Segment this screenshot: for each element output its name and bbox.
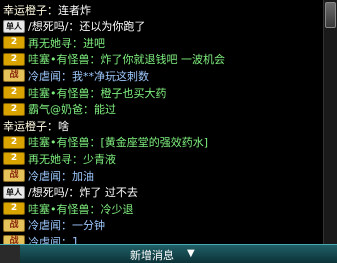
- scrollbar-thumb[interactable]: [325, 2, 336, 28]
- chat-message: 2 再无她寻：进吧: [3, 34, 105, 51]
- message-text: 冷少退: [100, 202, 134, 216]
- message-text: 炸了 过不去: [79, 186, 138, 200]
- channel-badge-solo-icon: 单人: [3, 185, 25, 199]
- channel-badge-war-icon: 战: [3, 69, 25, 83]
- channel-badge-two-icon: 2: [3, 152, 25, 166]
- channel-badge-two-icon: 2: [3, 86, 25, 99]
- message-sender[interactable]: 哇塞•有怪兽: [28, 134, 90, 150]
- message-separator: ：: [68, 20, 80, 34]
- chat-message: 2 哇塞•有怪兽： [黄金座堂的强效药水]: [3, 134, 208, 151]
- message-separator: ：: [61, 69, 72, 83]
- scroll-down-arrow-icon[interactable]: ▼: [187, 248, 195, 259]
- message-sender[interactable]: 哇塞•有怪兽: [28, 201, 90, 217]
- channel-badge-two-icon: 2: [3, 135, 25, 149]
- chat-message: 战冷虐闻：我**净玩这刺数: [3, 67, 149, 84]
- channel-badge-two-icon: 2: [3, 36, 25, 50]
- message-sender[interactable]: 冷虐闻: [28, 168, 61, 184]
- message-text: 加油: [72, 169, 94, 183]
- message-separator: ：: [89, 86, 101, 100]
- message-sender[interactable]: 哇塞•有怪兽: [28, 51, 90, 67]
- chat-message: 单人/想死吗/：炸了 过不去: [3, 184, 138, 201]
- chat-message: 2 哇塞•有怪兽：炸了你就退钱吧 一波机会: [3, 51, 225, 68]
- chat-log: 幸运橙子：连者炸 单人/想死吗/：还以为你跑了 2 再无她寻：进吧 2 哇塞•有怪兽：炸了…: [0, 0, 320, 249]
- channel-badge-solo-icon: 单人: [3, 19, 25, 33]
- chat-message: 单人/想死吗/：还以为你跑了: [3, 18, 145, 35]
- chat-message: 2 霸气@奶爸：能过: [3, 101, 116, 118]
- message-sender[interactable]: 再无她寻: [28, 151, 72, 167]
- message-text: [黄金座堂的强效药水]: [100, 136, 209, 150]
- message-text: 炸了你就退钱吧 一波机会: [100, 53, 226, 67]
- message-separator: ：: [68, 186, 80, 200]
- chat-scrollbar[interactable]: [323, 0, 337, 246]
- message-separator: ：: [89, 53, 101, 67]
- message-sender[interactable]: 幸运橙子: [3, 118, 47, 134]
- new-message-bar[interactable]: 新增消息 ▼: [0, 244, 337, 263]
- message-separator: ：: [72, 36, 83, 50]
- chat-message: 战冷虐闻：加油: [3, 167, 94, 184]
- chat-message: 幸运橙子：连者炸: [3, 1, 91, 18]
- message-sender[interactable]: /想死吗/: [28, 184, 68, 200]
- message-sender[interactable]: /想死吗/: [28, 18, 68, 34]
- message-sender[interactable]: 冷虐闻: [28, 68, 61, 84]
- message-text: 少青液: [83, 152, 116, 166]
- message-sender[interactable]: 再无她寻: [28, 35, 72, 51]
- message-separator: ：: [61, 169, 72, 183]
- message-text: 还以为你跑了: [79, 20, 146, 34]
- channel-badge-war-icon: 战: [3, 218, 25, 232]
- message-sender[interactable]: 哇塞•有怪兽: [28, 85, 90, 101]
- message-separator: ：: [47, 3, 58, 17]
- message-separator: ：: [83, 103, 94, 117]
- message-text: 一分钟: [72, 219, 105, 233]
- channel-badge-two-icon: 2: [3, 102, 25, 116]
- chat-message: 2 哇塞•有怪兽：冷少退: [3, 200, 134, 217]
- message-sender[interactable]: 幸运橙子: [3, 2, 47, 18]
- message-text: 能过: [94, 103, 116, 117]
- channel-badge-two-icon: 2: [3, 202, 25, 216]
- message-sender[interactable]: 冷虐闻: [28, 217, 61, 233]
- notify-bar-left-edge: [0, 245, 20, 263]
- new-message-label[interactable]: 新增消息: [130, 247, 174, 263]
- chat-message: 2 再无她寻：少青液: [3, 150, 116, 167]
- message-separator: ：: [47, 119, 58, 133]
- message-separator: ：: [72, 152, 83, 166]
- message-separator: ：: [61, 219, 72, 233]
- message-text: 啥: [58, 119, 69, 133]
- message-text: 进吧: [83, 36, 105, 50]
- message-text: 连者炸: [58, 3, 91, 17]
- message-sender[interactable]: 霸气@奶爸: [28, 101, 83, 117]
- chat-message: 幸运橙子：啥: [3, 117, 69, 134]
- chat-message: 2 哇塞•有怪兽：橙子也买大药: [3, 84, 167, 101]
- channel-badge-two-icon: 2: [3, 52, 25, 66]
- chat-message: 战冷虐闻：一分钟: [3, 217, 105, 234]
- message-text: 我**净玩这刺数: [72, 69, 149, 83]
- channel-badge-war-icon: 战: [3, 169, 25, 182]
- message-separator: ：: [89, 136, 101, 150]
- message-separator: ：: [89, 202, 101, 216]
- message-text: 橙子也买大药: [100, 86, 167, 100]
